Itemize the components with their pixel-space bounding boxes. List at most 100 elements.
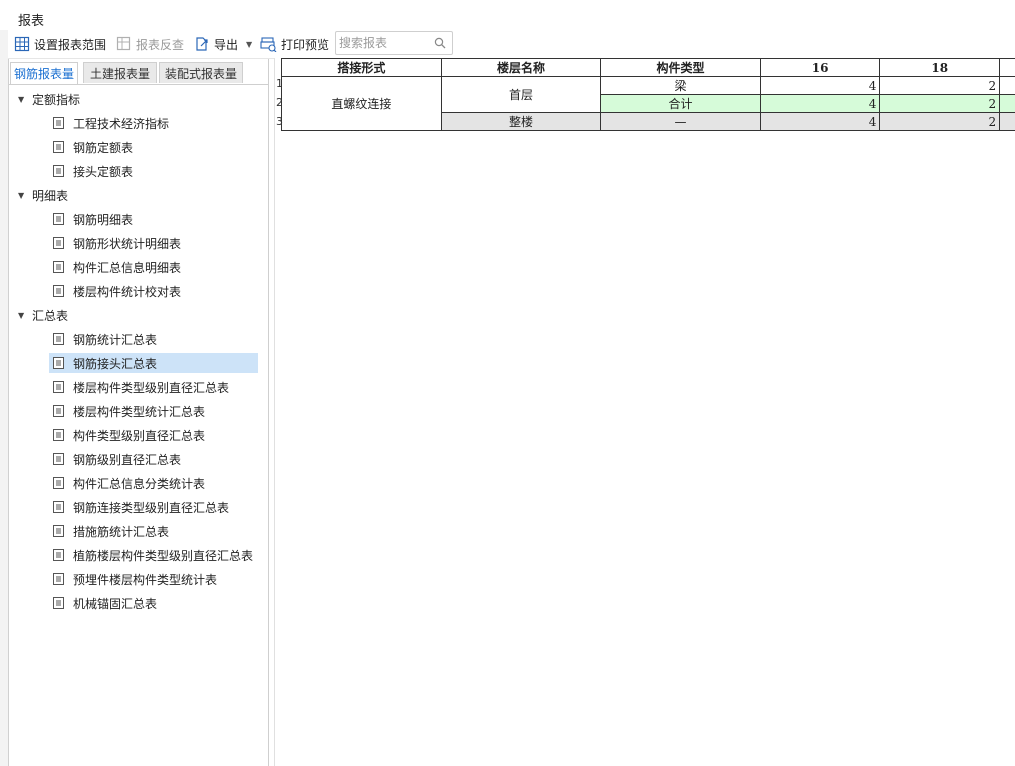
tree-group-label: 定额指标: [32, 92, 81, 107]
tree-item-report[interactable]: 楼层构件类型级别直径汇总表: [49, 377, 258, 397]
tree-item-report[interactable]: 预埋件楼层构件类型统计表: [49, 569, 258, 589]
table-cell-floor[interactable]: 首层: [440, 76, 602, 113]
tree-item-label: 植筋楼层构件类型级别直径汇总表: [73, 548, 254, 563]
tree-item-label: 构件类型级别直径汇总表: [73, 428, 206, 443]
window-title: 报表: [18, 14, 45, 29]
tree-group-label: 汇总表: [32, 308, 69, 323]
table-cell-component[interactable]: 合计: [600, 94, 761, 113]
table-cell-value[interactable]: 4: [759, 76, 881, 95]
table-cell-partial: [999, 94, 1015, 113]
tree-item-report[interactable]: 植筋楼层构件类型级别直径汇总表: [49, 545, 258, 565]
table-cell-value[interactable]: 4: [759, 112, 881, 131]
chevron-down-icon[interactable]: ▼: [246, 40, 252, 49]
export-icon: [196, 37, 208, 51]
tree-item-label: 楼层构件统计校对表: [73, 284, 182, 299]
tab-rebar-report[interactable]: 钢筋报表量: [10, 62, 78, 84]
set-report-range-label: 设置报表范围: [34, 37, 107, 52]
tree-item-report[interactable]: 构件汇总信息明细表: [49, 257, 258, 277]
document-icon: [53, 573, 64, 585]
report-search-box: [335, 31, 453, 55]
tree-item-report[interactable]: 钢筋形状统计明细表: [49, 233, 258, 253]
document-icon: [53, 357, 64, 369]
rebar-joint-summary-table: 搭接形式 楼层名称 构件类型 16 18 直螺纹连接 首层 梁 4 2 合计 4…: [281, 58, 1015, 131]
tree-item-report[interactable]: 构件汇总信息分类统计表: [49, 473, 258, 493]
document-icon: [53, 525, 64, 537]
document-icon: [53, 597, 64, 609]
set-report-range-button[interactable]: 设置报表范围: [14, 34, 106, 54]
tree-group-label: 明细表: [32, 188, 69, 203]
column-header[interactable]: 16: [759, 58, 881, 77]
table-cell-value[interactable]: 2: [879, 94, 1001, 113]
table-cell-component[interactable]: —: [600, 112, 761, 131]
column-header[interactable]: 搭接形式: [281, 58, 442, 77]
tree-item-report[interactable]: 钢筋定额表: [49, 137, 258, 157]
document-icon: [53, 453, 64, 465]
tree-item-report[interactable]: 机械锚固汇总表: [49, 593, 258, 613]
document-icon: [53, 549, 64, 561]
tree-item-label: 措施筋统计汇总表: [73, 524, 170, 539]
expand-caret-icon[interactable]: ▼: [18, 191, 26, 200]
tree-group-detail-tables[interactable]: ▼ 明细表: [9, 185, 68, 205]
tree-item-label: 构件汇总信息明细表: [73, 260, 182, 275]
tree-group-quota-indicators[interactable]: ▼ 定额指标: [9, 89, 80, 109]
tab-prefab-report[interactable]: 装配式报表量: [159, 62, 243, 83]
tree-item-report[interactable]: 钢筋连接类型级别直径汇总表: [49, 497, 258, 517]
document-icon: [53, 333, 64, 345]
expand-caret-icon[interactable]: ▼: [18, 95, 26, 104]
table-cell-value[interactable]: 2: [879, 76, 1001, 95]
table-search-icon: [116, 36, 131, 51]
tree-item-report[interactable]: 钢筋明细表: [49, 209, 258, 229]
document-icon: [53, 165, 64, 177]
report-search-input[interactable]: [336, 32, 433, 54]
column-header[interactable]: 楼层名称: [440, 58, 602, 77]
document-icon: [53, 477, 64, 489]
reverse-check-button[interactable]: 报表反查: [116, 34, 184, 54]
table-header-row: 搭接形式 楼层名称 构件类型 16 18: [281, 58, 1015, 77]
search-icon[interactable]: [434, 37, 446, 49]
report-type-tabs: 钢筋报表量 土建报表量 装配式报表量: [9, 59, 268, 85]
table-cell-component[interactable]: 梁: [600, 76, 761, 95]
tree-item-label: 钢筋明细表: [73, 212, 134, 227]
table-row: 直螺纹连接 首层 梁 4 2: [281, 76, 1015, 131]
tree-item-label: 工程技术经济指标: [73, 116, 170, 131]
column-header[interactable]: 18: [879, 58, 1001, 77]
tree-item-label: 机械锚固汇总表: [73, 596, 158, 611]
window-titlebar: 报表: [0, 0, 1015, 31]
tree-item-label: 钢筋定额表: [73, 140, 134, 155]
tree-item-report[interactable]: 措施筋统计汇总表: [49, 521, 258, 541]
tree-item-report-selected[interactable]: 钢筋接头汇总表: [49, 353, 258, 373]
document-icon: [53, 117, 64, 129]
tree-item-label: 接头定额表: [73, 164, 134, 179]
document-icon: [53, 213, 64, 225]
tree-item-report[interactable]: 楼层构件统计校对表: [49, 281, 258, 301]
column-header[interactable]: 构件类型: [600, 58, 761, 77]
tree-item-report[interactable]: 楼层构件类型统计汇总表: [49, 401, 258, 421]
document-icon: [53, 141, 64, 153]
document-icon: [53, 405, 64, 417]
background-panel-edge: [0, 30, 9, 766]
export-label: 导出: [214, 37, 239, 52]
tree-item-label: 钢筋形状统计明细表: [73, 236, 182, 251]
table-cell-connection-type[interactable]: 直螺纹连接: [281, 76, 442, 131]
tree-group-summary-tables[interactable]: ▼ 汇总表: [9, 305, 68, 325]
expand-caret-icon[interactable]: ▼: [18, 311, 26, 320]
tree-item-report[interactable]: 钢筋级别直径汇总表: [49, 449, 258, 469]
table-cell-floor[interactable]: 整楼: [440, 112, 602, 131]
table-cell-value[interactable]: 4: [759, 94, 881, 113]
toolbar: 设置报表范围 报表反查 导出 ▼ 打印预览: [8, 30, 1015, 59]
tree-item-report[interactable]: 构件类型级别直径汇总表: [49, 425, 258, 445]
print-preview-button[interactable]: 打印预览: [260, 34, 329, 54]
tree-item-report[interactable]: 工程技术经济指标: [49, 113, 258, 133]
reverse-check-label: 报表反查: [136, 37, 185, 52]
tree-item-label: 钢筋连接类型级别直径汇总表: [73, 500, 230, 515]
tree-item-label: 钢筋统计汇总表: [73, 332, 158, 347]
tree-item-report[interactable]: 钢筋统计汇总表: [49, 329, 258, 349]
document-icon: [53, 285, 64, 297]
document-icon: [53, 501, 64, 513]
tree-item-label: 钢筋级别直径汇总表: [73, 452, 182, 467]
document-icon: [53, 381, 64, 393]
table-cell-value[interactable]: 2: [879, 112, 1001, 131]
export-button[interactable]: 导出 ▼: [194, 34, 252, 54]
tree-item-report[interactable]: 接头定额表: [49, 161, 258, 181]
tab-civil-report[interactable]: 土建报表量: [83, 62, 157, 83]
